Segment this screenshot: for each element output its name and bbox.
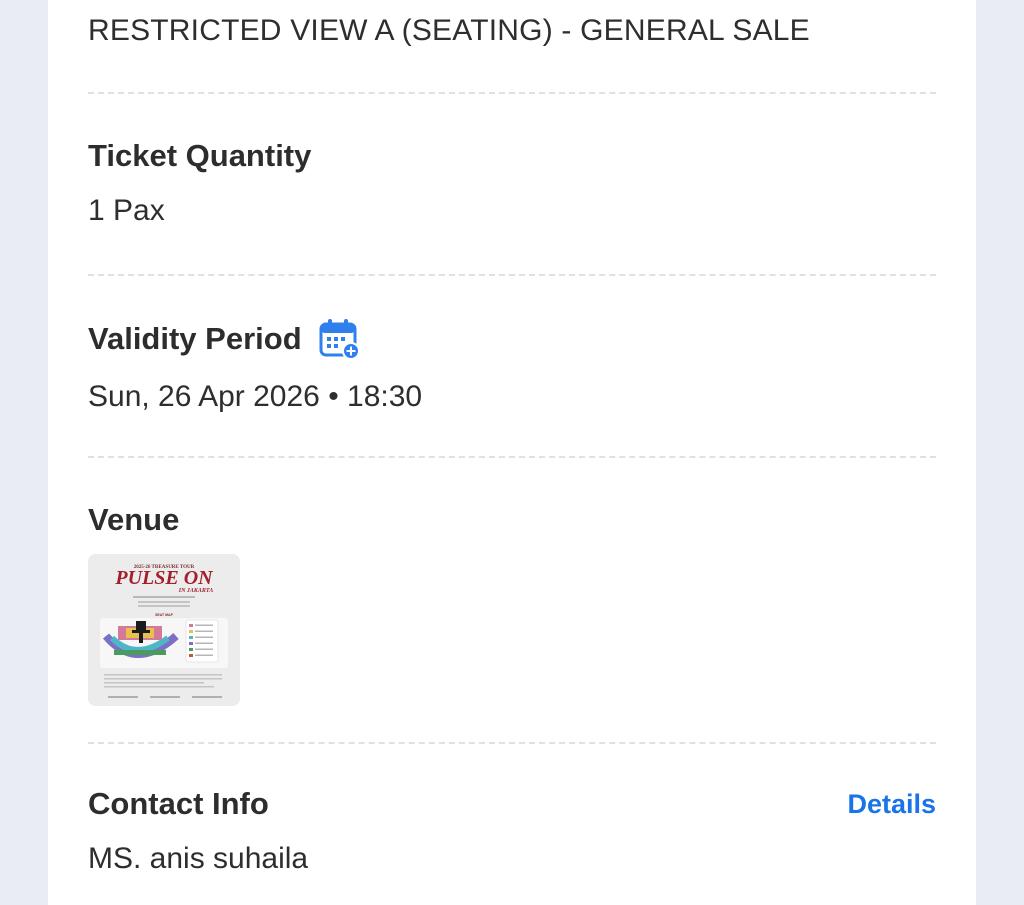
ticket-quantity-label: Ticket Quantity [88, 138, 312, 173]
divider [88, 92, 936, 94]
venue-section: Venue 2025-26 TREASURE TOUR PULSE ON IN … [88, 502, 936, 706]
poster-subtitle: IN JAKARTA [178, 588, 214, 594]
calendar-add-icon[interactable] [318, 318, 360, 360]
venue-map-thumbnail[interactable]: 2025-26 TREASURE TOUR PULSE ON IN JAKART… [88, 554, 240, 706]
validity-period-label-row: Validity Period [88, 318, 936, 360]
validity-period-label: Validity Period [88, 321, 302, 356]
poster-title: PULSE ON [114, 567, 214, 589]
divider [88, 274, 936, 276]
validity-period-value: Sun, 26 Apr 2026 • 18:30 [88, 380, 423, 413]
contact-info-header: Contact Info Details [88, 786, 936, 822]
divider [88, 456, 936, 458]
divider [88, 742, 936, 744]
venue-label: Venue [88, 502, 180, 537]
ticket-detail-card: RESTRICTED VIEW A (SEATING) - GENERAL SA… [48, 0, 976, 905]
contact-details-link[interactable]: Details [847, 789, 936, 820]
validity-period-section: Validity Period Sun, 26 Apr 2026 • 18:30 [88, 318, 936, 414]
contact-info-value: MS. anis suhaila [88, 842, 309, 875]
ticket-quantity-value: 1 Pax [88, 194, 165, 227]
contact-info-section: Contact Info Details MS. anis suhaila [88, 786, 936, 876]
contact-info-label: Contact Info [88, 786, 269, 821]
ticket-type: RESTRICTED VIEW A (SEATING) - GENERAL SA… [88, 14, 810, 47]
ticket-quantity-section: Ticket Quantity 1 Pax [88, 138, 936, 228]
poster-map-label: SEAT MAP [155, 613, 173, 617]
